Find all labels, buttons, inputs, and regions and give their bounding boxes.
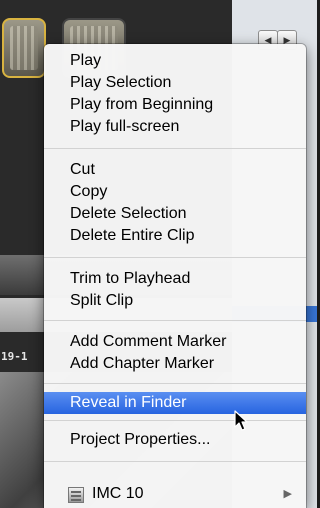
menu-separator (44, 420, 306, 421)
chevron-right-icon: ▶ (283, 488, 292, 500)
menu-item-delete-entire-clip[interactable]: Delete Entire Clip (44, 225, 306, 247)
menu-separator (44, 320, 306, 321)
menu-item-play-selection[interactable]: Play Selection (44, 72, 306, 94)
menu-item-split-clip[interactable]: Split Clip (44, 290, 306, 312)
menu-item-add-chapter-marker[interactable]: Add Chapter Marker (44, 353, 306, 375)
menu-item-delete-selection[interactable]: Delete Selection (44, 203, 306, 225)
menu-item-add-comment-marker[interactable]: Add Comment Marker (44, 331, 306, 353)
menu-separator (44, 461, 306, 462)
menu-separator (44, 257, 306, 258)
timecode-label: 19-1 (1, 350, 28, 363)
menu-item-event-label: IMC 10 (92, 485, 144, 502)
arrow-cursor-icon (234, 410, 248, 431)
film-event-icon (68, 487, 84, 503)
clip-thumbnail-selected[interactable] (2, 18, 46, 78)
menu-item-play[interactable]: Play (44, 50, 306, 72)
filmstrip (10, 26, 38, 70)
menu-separator (44, 148, 306, 149)
menu-item-project-properties[interactable]: Project Properties... (44, 429, 306, 451)
menu-item-copy[interactable]: Copy (44, 181, 306, 203)
menu-item-cut[interactable]: Cut (44, 159, 306, 181)
context-menu: Play Play Selection Play from Beginning … (44, 44, 306, 508)
menu-item-reveal-in-finder[interactable]: Reveal in Finder (44, 392, 306, 414)
menu-item-trim-to-playhead[interactable]: Trim to Playhead (44, 268, 306, 290)
menu-item-play-from-beginning[interactable]: Play from Beginning (44, 94, 306, 116)
menu-separator (44, 383, 306, 384)
menu-item-play-full-screen[interactable]: Play full-screen (44, 116, 306, 138)
menu-item-event-imc-10[interactable]: IMC 10 ▶ (44, 483, 306, 505)
